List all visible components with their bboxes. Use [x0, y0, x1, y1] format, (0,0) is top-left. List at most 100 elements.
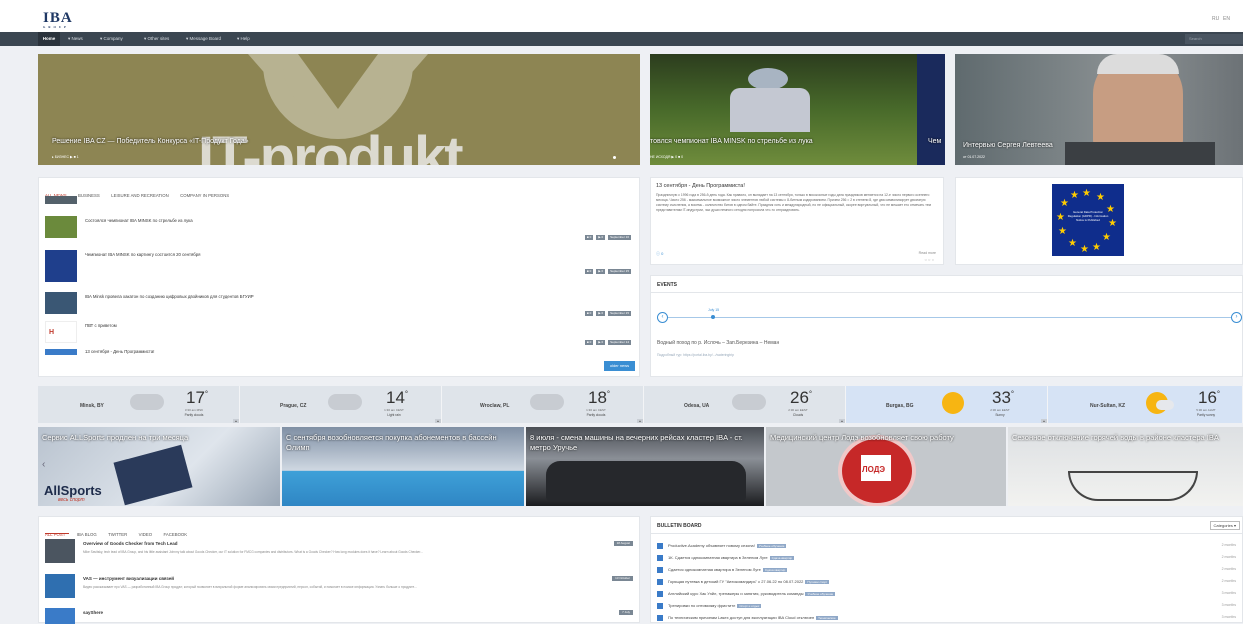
comments-count[interactable]: ⓘ 0: [656, 251, 663, 257]
cloud-icon: [328, 394, 362, 410]
post-title[interactable]: VAS — инструмент визуализации связей: [83, 576, 174, 581]
post-item[interactable]: Overview of Goods Checker from Tech Lead…: [45, 539, 633, 569]
search-input[interactable]: Search: [1185, 34, 1243, 44]
hero-caption[interactable]: Интервью Сергея Левтеева: [963, 142, 1053, 149]
news-item[interactable]: Чемпионат IBA MINSK по картингу состоитс…: [45, 250, 633, 284]
weather-expand-icon[interactable]: ▲: [637, 419, 643, 423]
bulletin-text[interactable]: Сдается однокомнатная квартира в Зеленом…: [668, 567, 761, 572]
categories-dropdown[interactable]: Categories ▾: [1209, 521, 1240, 530]
tab-facebook[interactable]: FACEBOOK: [164, 532, 188, 537]
hero-slide-main[interactable]: IT-produkt Решение IBA CZ — Победитель К…: [38, 54, 640, 165]
timeline-point[interactable]: [711, 315, 715, 319]
news-item[interactable]: Состоялся чемпионат IBA MINSK по стрельб…: [45, 216, 633, 240]
bulletin-text[interactable]: Тренировки по оптимизму фриститл: [668, 603, 735, 608]
carousel-slide[interactable]: 8 июля - смена машины на вечерних рейсах…: [526, 427, 764, 506]
events-next-button[interactable]: ›: [1231, 312, 1242, 323]
news-title[interactable]: Состоялся чемпионат IBA MINSK по стрельб…: [85, 218, 193, 223]
tab-business[interactable]: BUSINESS: [78, 193, 100, 198]
hero-caption[interactable]: товлся чемпионат IBA MINSK по стрельбе и…: [650, 138, 813, 145]
post-item[interactable]: VAS — инструмент визуализации связей Вид…: [45, 574, 633, 604]
nav-home[interactable]: Home: [38, 32, 60, 46]
carousel-slide[interactable]: Сервис ALLSports продлен на три месяца A…: [38, 427, 280, 506]
bulletin-text[interactable]: Productive.Academy объявляет новому сезо…: [668, 543, 755, 548]
weather-condition: Partly sunny: [1196, 413, 1216, 417]
news-title[interactable]: IBA Minsk провела хакатон по созданию ци…: [85, 294, 254, 299]
weather-expand-icon[interactable]: ▲: [1041, 419, 1047, 423]
allsports-tagline: весь спорт: [58, 497, 85, 503]
weather-card[interactable]: Wroclaw, PL 18° 1:30 am CEST Partly clou…: [442, 386, 644, 423]
lang-ru-link[interactable]: RU: [1212, 16, 1219, 22]
events-prev-button[interactable]: ‹: [657, 312, 668, 323]
tab-iba-blog[interactable]: IBA BLOG: [77, 532, 97, 537]
event-title[interactable]: Водный поход по р. Ислочь – Зап.Березина…: [657, 340, 779, 346]
news-item[interactable]: IBA Minsk провела хакатон по созданию ци…: [45, 292, 633, 316]
bulletin-item[interactable]: По техническим причинам Lasex доступ для…: [657, 614, 1236, 623]
svg-text:★: ★: [1080, 244, 1089, 255]
carousel-slide[interactable]: С сентября возобновляется покупка абонем…: [282, 427, 524, 506]
news-item[interactable]: 13 сентября - День Программиста!: [45, 349, 633, 355]
iba-logo[interactable]: IBA GROUP: [43, 10, 73, 29]
bulletin-item[interactable]: Горящая путевка в детский ГУ "Автокоманд…: [657, 578, 1236, 587]
tab-video[interactable]: VIDEO: [139, 532, 152, 537]
weather-card[interactable]: Minsk, BY 17° 3:30 am MSK Partly clouds …: [38, 386, 240, 423]
news-title[interactable]: ПВТ с приветом: [85, 323, 117, 328]
bulletin-item[interactable]: 1К. Сдается однокомнатная квартира в Зел…: [657, 554, 1236, 563]
read-more-link[interactable]: Read more: [919, 251, 936, 255]
news-title[interactable]: Чемпионат IBA MINSK по картингу состоитс…: [85, 252, 200, 257]
bulletin-item[interactable]: Английский курс Хак Уэйл, тренажеры и за…: [657, 590, 1236, 599]
news-title[interactable]: 13 сентября - День Программиста!: [85, 349, 154, 354]
slide-caption[interactable]: Сезонное отключение горячей воды в район…: [1012, 433, 1239, 443]
bulletin-tag[interactable]: Сдача квартир: [769, 556, 795, 560]
nav-company[interactable]: ▾ Company: [100, 32, 123, 46]
bulletin-tag[interactable]: Путевки спорт: [805, 580, 830, 584]
post-item[interactable]: sayShere 7 July: [45, 608, 633, 624]
feature-dots[interactable]: ○ ○ ○: [925, 257, 934, 262]
tab-leisure[interactable]: LEISURE AND RECREATION: [111, 193, 168, 198]
tab-company-in-persons[interactable]: COMPANY IN PERSONS: [180, 193, 229, 198]
carousel-slide[interactable]: ЛОДЭ Медицинский центр Лодэ возобновляет…: [766, 427, 1006, 506]
news-item[interactable]: H ПВТ с приветом ■ 0 ▶ 0 September 14: [45, 321, 633, 345]
nav-other-sites[interactable]: ▾ Other sites: [144, 32, 169, 46]
post-title[interactable]: Overview of Goods Checker from Tech Lead: [83, 541, 177, 546]
weather-card[interactable]: Odesa, UA 26° 2:30 am EEST Clouds ▲: [644, 386, 846, 423]
slide-caption[interactable]: Медицинский центр Лодэ возобновляет свою…: [770, 433, 1002, 443]
bulletin-tag[interactable]: Техническое: [816, 616, 838, 620]
weather-card[interactable]: Prague, CZ 14° 1:30 am CEST Light rain ▲: [240, 386, 442, 423]
bulletin-text[interactable]: Английский курс Хак Уэйл, тренажеры и за…: [668, 591, 803, 596]
bulletin-item[interactable]: Productive.Academy объявляет новому сезо…: [657, 542, 1236, 551]
weather-expand-icon[interactable]: ▲: [233, 419, 239, 423]
slide-caption[interactable]: 8 июля - смена машины на вечерних рейсах…: [530, 433, 760, 453]
nav-message-board[interactable]: ▾ Message Board: [186, 32, 221, 46]
nav-help[interactable]: ▾ Help: [237, 32, 250, 46]
weather-temp: 33°: [992, 388, 1015, 407]
bulletin-tag[interactable]: Учебное обучение: [756, 544, 787, 548]
older-news-button[interactable]: older news: [604, 361, 635, 371]
bulletin-tag[interactable]: Спорт и отдых: [737, 604, 762, 608]
bulletin-text[interactable]: Горящая путевка в детский ГУ "Автокоманд…: [668, 579, 803, 584]
bulletin-tag[interactable]: Учебное обучение: [805, 592, 836, 596]
bulletin-tag[interactable]: Сдача квартир: [762, 568, 788, 572]
slider-dot[interactable]: [613, 156, 616, 159]
weather-card[interactable]: Nur-Sultan, KZ 16° 5:30 am ALMT Partly s…: [1048, 386, 1243, 423]
bulletin-text[interactable]: По техническим причинам Lasex доступ для…: [668, 615, 814, 620]
hero-caption[interactable]: Решение IBA CZ — Победитель Конкурса «IT…: [52, 138, 249, 145]
nav-news[interactable]: ▾ News: [68, 32, 83, 46]
feature-title[interactable]: 13 сентября - День Программиста!: [656, 183, 745, 189]
weather-expand-icon[interactable]: ▲: [839, 419, 845, 423]
bulletin-text[interactable]: 1К. Сдается однокомнатная квартира в Зел…: [668, 555, 768, 560]
eu-flag-banner[interactable]: ★ ★ ★ ★ ★ ★ ★ ★ ★ ★ ★ ★ General Data Protection R…: [1052, 184, 1124, 256]
carousel-slide[interactable]: Сезонное отключение горячей воды в район…: [1008, 427, 1243, 506]
carousel-prev-icon[interactable]: ‹: [42, 459, 45, 470]
post-title[interactable]: sayShere: [83, 610, 103, 615]
hero-slide-archery[interactable]: товлся чемпионат IBA MINSK по стрельбе и…: [650, 54, 945, 165]
tab-twitter[interactable]: TWITTER: [108, 532, 127, 537]
lang-en-link[interactable]: EN: [1223, 16, 1230, 22]
bulletin-item[interactable]: Сдается однокомнатная квартира в Зеленом…: [657, 566, 1236, 575]
hero-slide-interview[interactable]: Интервью Сергея Левтеева от 01.07.2022: [955, 54, 1243, 165]
weather-expand-icon[interactable]: ▲: [435, 419, 441, 423]
slide-caption[interactable]: С сентября возобновляется покупка абонем…: [286, 433, 520, 453]
weather-card[interactable]: Burgas, BG 33° 2:30 am EEST Sunny ▲: [846, 386, 1048, 423]
bulletin-item[interactable]: Тренировки по оптимизму фриститл Спорт и …: [657, 602, 1236, 611]
slide-caption[interactable]: Сервис ALLSports продлен на три месяца: [42, 433, 276, 443]
bulletin-age: 2 months: [1221, 579, 1236, 583]
